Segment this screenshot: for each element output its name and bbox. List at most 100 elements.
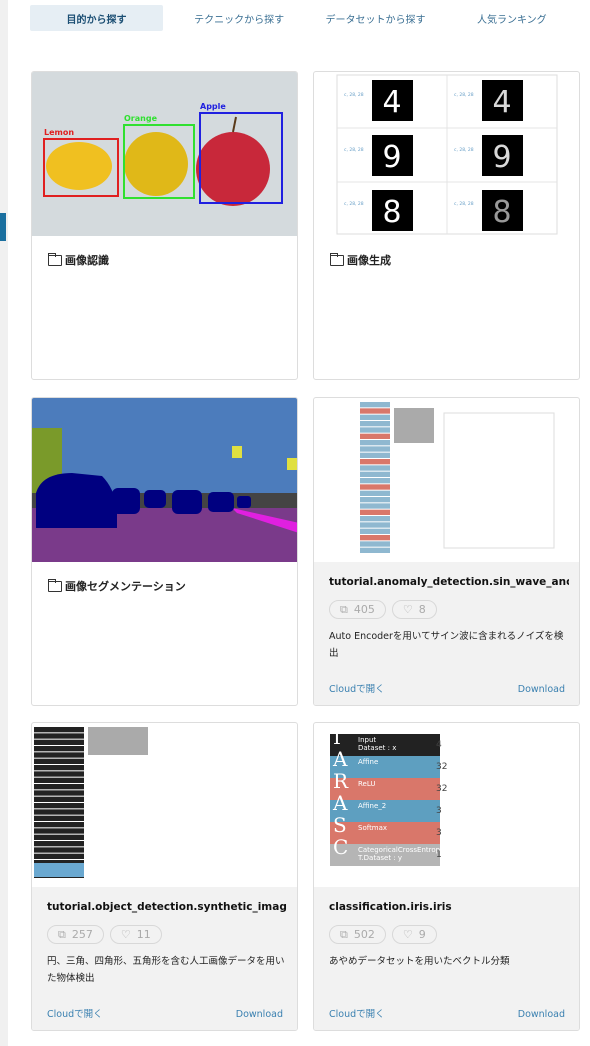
network-layer	[34, 796, 84, 802]
tab-bar: 目的から探す テクニックから探す データセットから探す 人気ランキング	[30, 5, 580, 31]
digit: 9	[492, 140, 511, 175]
shape-label: c, 28, 28	[454, 92, 474, 98]
project-description: あやめデータセットを用いたベクトル分類	[329, 956, 510, 967]
category-card-segmentation[interactable]: 画像セグメンテーション	[31, 397, 298, 706]
tab-dataset[interactable]: データセットから探す	[307, 5, 443, 31]
image-recognition-thumbnail: Lemon Orange Apple	[32, 72, 297, 236]
layer-letter: R	[333, 769, 349, 793]
project-title[interactable]: tutorial.object_detection.synthetic_imag…	[47, 901, 287, 913]
network-layer	[34, 828, 84, 834]
shape-label: c, 28, 28	[344, 92, 364, 98]
category-card-image-generation[interactable]: c, 28, 28 c, 28, 28 c, 28, 28 c, 28, 28 c,…	[313, 71, 580, 380]
project-card-object-detection[interactable]: tutorial.object_detection.synthetic_imag…	[31, 722, 298, 1031]
copy-count: 257	[71, 928, 93, 941]
network-layer	[360, 452, 390, 458]
tab-technique[interactable]: テクニックから探す	[171, 5, 307, 31]
project-title[interactable]: classification.iris.iris	[329, 901, 569, 913]
layer-output-size: 3	[436, 828, 442, 838]
heart-icon: ♡	[120, 928, 131, 941]
digit: 9	[382, 140, 401, 175]
tab-ranking[interactable]: 人気ランキング	[444, 5, 580, 31]
project-card-iris[interactable]: I Input Dataset : x 4 A Affine 32 R ReLU 32 A Affin…	[313, 722, 580, 1031]
network-layer	[34, 777, 84, 783]
layer-output-size: 32	[436, 762, 448, 772]
label-lemon: Lemon	[44, 128, 74, 137]
copy-count: 502	[353, 928, 375, 941]
fruit-detection-image: Lemon Orange Apple	[43, 102, 283, 206]
scroll-thumb[interactable]	[0, 213, 6, 241]
category-title[interactable]: 画像生成	[330, 252, 391, 268]
copy-count: 405	[353, 603, 375, 616]
network-layer	[34, 853, 84, 859]
network-layer	[360, 528, 390, 534]
network-layer	[34, 803, 84, 809]
project-title[interactable]: tutorial.anomaly_detection.sin_wave_anom…	[329, 576, 569, 588]
network-thumbnail	[314, 398, 579, 562]
like-count-badge[interactable]: ♡ 9	[391, 925, 437, 944]
copy-icon: ⧉	[340, 602, 348, 616]
scrollbar[interactable]	[0, 0, 8, 1046]
mnist-grid-image: c, 28, 28 c, 28, 28 c, 28, 28 c, 28, 28 c,…	[336, 74, 558, 235]
network-thumbnail	[32, 723, 297, 887]
shape-label: c, 28, 28	[344, 201, 364, 207]
network-layer	[360, 547, 390, 553]
copy-count-badge[interactable]: ⧉ 502	[329, 925, 386, 944]
layer-letter: C	[333, 835, 349, 859]
network-layer	[34, 841, 84, 847]
digit: 4	[382, 85, 401, 120]
category-title-text: 画像認識	[65, 254, 109, 267]
project-card-anomaly-detection[interactable]: tutorial.anomaly_detection.sin_wave_anom…	[313, 397, 580, 706]
category-title[interactable]: 画像セグメンテーション	[48, 578, 186, 594]
network-layer	[34, 733, 84, 739]
image-generation-thumbnail: c, 28, 28 c, 28, 28 c, 28, 28 c, 28, 28 c,…	[314, 72, 579, 236]
layer-sub: Dataset : x	[358, 744, 397, 752]
network-layer	[360, 490, 390, 496]
like-count: 8	[418, 603, 426, 616]
network-layer	[360, 471, 390, 477]
layer-letter: A	[333, 747, 348, 771]
download-link[interactable]: Download	[518, 1009, 565, 1020]
segmentation-thumbnail	[32, 398, 297, 562]
copy-count-badge[interactable]: ⧉ 257	[47, 925, 104, 944]
network-layer	[34, 809, 84, 815]
layer-output-size: 3	[436, 806, 442, 816]
label-orange: Orange	[124, 114, 158, 123]
network-layer	[34, 771, 84, 777]
network-layer	[360, 535, 390, 541]
layer-name: Input	[358, 736, 377, 744]
like-count-badge[interactable]: ♡ 8	[391, 600, 437, 619]
layer-name: Softmax	[358, 824, 388, 832]
network-layer	[360, 402, 390, 408]
network-layer	[360, 408, 390, 414]
network-layer	[34, 822, 84, 828]
heart-icon: ♡	[402, 928, 413, 941]
network-layer	[34, 746, 84, 752]
layer-name: CategoricalCrossEntropy	[358, 846, 445, 854]
layer-sub: T.Dataset : y	[358, 854, 403, 862]
network-layer: C CategoricalCrossEntropy T.Dataset : y	[330, 835, 444, 866]
category-title-text: 画像生成	[347, 254, 391, 267]
heart-icon: ♡	[402, 603, 413, 616]
network-diagram-image	[34, 727, 148, 878]
network-layer	[34, 834, 84, 840]
open-in-cloud-link[interactable]: Cloudで開く	[329, 681, 385, 695]
layer-letter: S	[333, 813, 347, 837]
layer-letter: A	[333, 791, 348, 815]
category-card-image-recognition[interactable]: Lemon Orange Apple 画像認識	[31, 71, 298, 380]
network-diagram-image	[360, 402, 555, 553]
digit: 4	[492, 85, 511, 120]
category-title[interactable]: 画像認識	[48, 252, 109, 268]
like-count-badge[interactable]: ♡ 11	[109, 925, 162, 944]
open-in-cloud-link[interactable]: Cloudで開く	[329, 1006, 385, 1020]
network-layer	[360, 446, 390, 452]
tab-purpose[interactable]: 目的から探す	[30, 5, 163, 31]
network-layer	[34, 847, 84, 853]
digit: 8	[492, 195, 511, 230]
layer-output-size: 4	[436, 740, 442, 750]
download-link[interactable]: Download	[518, 684, 565, 695]
open-in-cloud-link[interactable]: Cloudで開く	[47, 1006, 103, 1020]
copy-count-badge[interactable]: ⧉ 405	[329, 600, 386, 619]
layer-output-size: 1	[436, 850, 442, 860]
download-link[interactable]: Download	[236, 1009, 283, 1020]
network-layer	[360, 509, 390, 515]
